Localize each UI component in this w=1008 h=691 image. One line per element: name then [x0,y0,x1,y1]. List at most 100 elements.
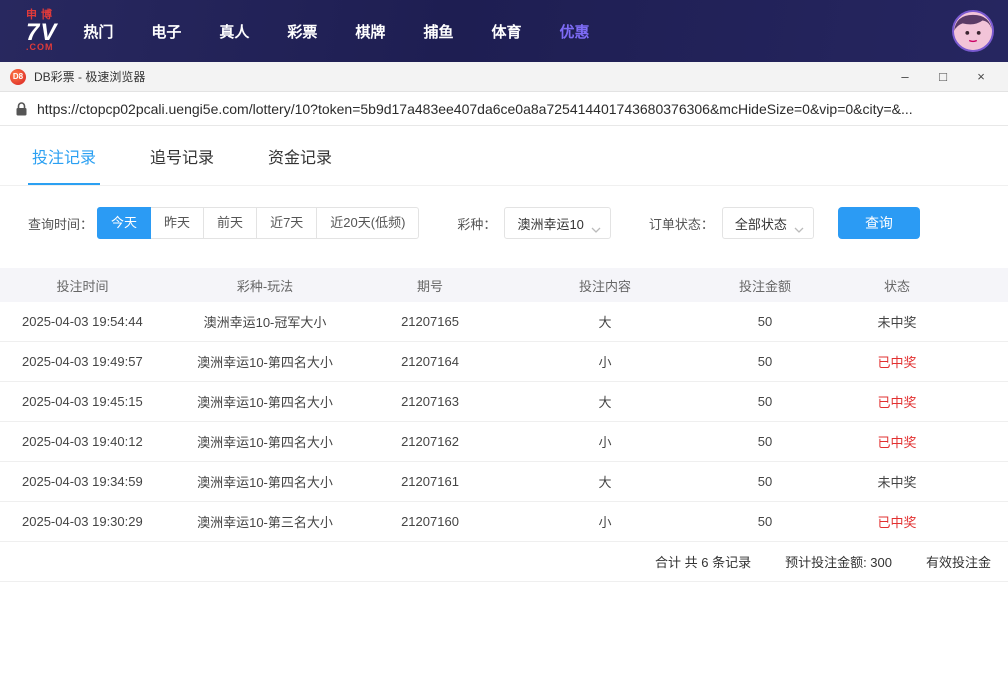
time-filter-group: 今天 昨天 前天 近7天 近20天(低频) [97,207,419,239]
browser-favicon-icon: D8 [10,69,26,85]
bet-time: 2025-04-03 19:45:15 [0,394,165,409]
summary-total: 合计 共 6 条记录 [655,552,751,571]
browser-titlebar[interactable]: D8 DB彩票 - 极速浏览器 – □ × [0,62,1008,92]
header-status: 状态 [815,276,979,295]
table-header-row: 投注时间 彩种-玩法 期号 投注内容 投注金额 状态 [0,268,1008,302]
window-controls: – □ × [886,62,1000,92]
filter-bar: 查询时间： 今天 昨天 前天 近7天 近20天(低频) 彩种： 澳洲幸运10 订… [28,206,1008,240]
filter-20days[interactable]: 近20天(低频) [316,207,419,239]
close-button[interactable]: × [962,62,1000,92]
header-issue: 期号 [365,276,495,295]
casino-topbar: 申博 7V .COM 热门 电子 真人 彩票 棋牌 捕鱼 体育 优惠 [0,0,1008,62]
bet-content: 小 [495,352,715,371]
game-play: 澳洲幸运10-第四名大小 [165,472,365,491]
logo-com-text: .COM [26,43,57,52]
bet-amount: 50 [715,514,815,529]
table-row: 2025-04-03 19:30:29 澳洲幸运10-第三名大小 2120716… [0,502,1008,542]
issue-number: 21207164 [365,354,495,369]
avatar-image [954,12,992,50]
status-cell: 已中奖 [815,512,979,531]
game-play: 澳洲幸运10-冠军大小 [165,312,365,331]
order-status-label: 订单状态： [649,214,714,233]
main-nav: 热门 电子 真人 彩票 棋牌 捕鱼 体育 优惠 [83,21,589,42]
bet-content: 小 [495,512,715,531]
bet-amount: 50 [715,434,815,449]
status-cell: 未中奖 [815,312,979,331]
game-play: 澳洲幸运10-第四名大小 [165,352,365,371]
user-avatar[interactable] [952,10,994,52]
header-amount: 投注金额 [715,276,815,295]
record-tabs: 投注记录 追号记录 资金记录 [0,126,1008,186]
tab-chase-records[interactable]: 追号记录 [146,126,218,185]
tab-bet-records[interactable]: 投注记录 [28,126,100,185]
bet-time: 2025-04-03 19:34:59 [0,474,165,489]
nav-item-fishing[interactable]: 捕鱼 [423,21,453,42]
status-cell: 已中奖 [815,432,979,451]
minimize-button[interactable]: – [886,62,924,92]
nav-item-live[interactable]: 真人 [219,21,249,42]
header-game-play: 彩种-玩法 [165,276,365,295]
filter-2days-ago[interactable]: 前天 [203,207,257,239]
bet-amount: 50 [715,394,815,409]
table-row: 2025-04-03 19:34:59 澳洲幸运10-第四名大小 2120716… [0,462,1008,502]
status-cell: 已中奖 [815,392,979,411]
nav-item-sports[interactable]: 体育 [491,21,521,42]
issue-number: 21207160 [365,514,495,529]
nav-item-hot[interactable]: 热门 [83,21,113,42]
header-content: 投注内容 [495,276,715,295]
summary-expected: 预计投注金额: 300 [785,552,892,571]
bet-content: 小 [495,432,715,451]
status-cell: 未中奖 [815,472,979,491]
lottery-select-value: 澳洲幸运10 [517,214,583,233]
game-play: 澳洲幸运10-第四名大小 [165,432,365,451]
url-field[interactable]: https://ctopcp02pcali.uengi5e.com/lotter… [37,101,998,117]
bet-amount: 50 [715,354,815,369]
chevron-down-icon [794,221,804,236]
query-button[interactable]: 查询 [838,207,920,239]
maximize-button[interactable]: □ [924,62,962,92]
nav-item-lottery[interactable]: 彩票 [287,21,317,42]
issue-number: 21207161 [365,474,495,489]
filter-today[interactable]: 今天 [97,207,151,239]
game-play: 澳洲幸运10-第四名大小 [165,392,365,411]
browser-addressbar: https://ctopcp02pcali.uengi5e.com/lotter… [0,92,1008,126]
bet-amount: 50 [715,314,815,329]
order-status-value: 全部状态 [735,214,787,233]
bet-time: 2025-04-03 19:30:29 [0,514,165,529]
chevron-down-icon [591,221,601,236]
table-row: 2025-04-03 19:45:15 澳洲幸运10-第四名大小 2120716… [0,382,1008,422]
window-title: DB彩票 - 极速浏览器 [34,68,145,85]
nav-item-cards[interactable]: 棋牌 [355,21,385,42]
table-row: 2025-04-03 19:54:44 澳洲幸运10-冠军大小 21207165… [0,302,1008,342]
game-play: 澳洲幸运10-第三名大小 [165,512,365,531]
issue-number: 21207163 [365,394,495,409]
bet-content: 大 [495,472,715,491]
issue-number: 21207162 [365,434,495,449]
filter-yesterday[interactable]: 昨天 [150,207,204,239]
lottery-select[interactable]: 澳洲幸运10 [504,207,610,239]
bet-time: 2025-04-03 19:40:12 [0,434,165,449]
nav-item-slots[interactable]: 电子 [151,21,181,42]
table-row: 2025-04-03 19:40:12 澳洲幸运10-第四名大小 2120716… [0,422,1008,462]
nav-item-promos[interactable]: 优惠 [559,21,589,42]
lock-icon [16,102,27,116]
bet-records-table: 投注时间 彩种-玩法 期号 投注内容 投注金额 状态 2025-04-03 19… [0,268,1008,582]
filter-7days[interactable]: 近7天 [256,207,317,239]
site-logo[interactable]: 申博 7V .COM [26,10,57,52]
issue-number: 21207165 [365,314,495,329]
bet-time: 2025-04-03 19:54:44 [0,314,165,329]
lottery-select-label: 彩种： [457,214,496,233]
bet-content: 大 [495,392,715,411]
table-summary-row: 合计 共 6 条记录 预计投注金额: 300 有效投注金 [0,542,1008,582]
bet-amount: 50 [715,474,815,489]
order-status-select[interactable]: 全部状态 [722,207,814,239]
bet-time: 2025-04-03 19:49:57 [0,354,165,369]
header-bet-time: 投注时间 [0,276,165,295]
bet-content: 大 [495,312,715,331]
time-filter-label: 查询时间： [28,214,93,233]
lottery-page: 投注记录 追号记录 资金记录 查询时间： 今天 昨天 前天 近7天 近20天(低… [0,126,1008,691]
tab-fund-records[interactable]: 资金记录 [264,126,336,185]
status-cell: 已中奖 [815,352,979,371]
summary-valid: 有效投注金 [926,552,991,571]
table-row: 2025-04-03 19:49:57 澳洲幸运10-第四名大小 2120716… [0,342,1008,382]
